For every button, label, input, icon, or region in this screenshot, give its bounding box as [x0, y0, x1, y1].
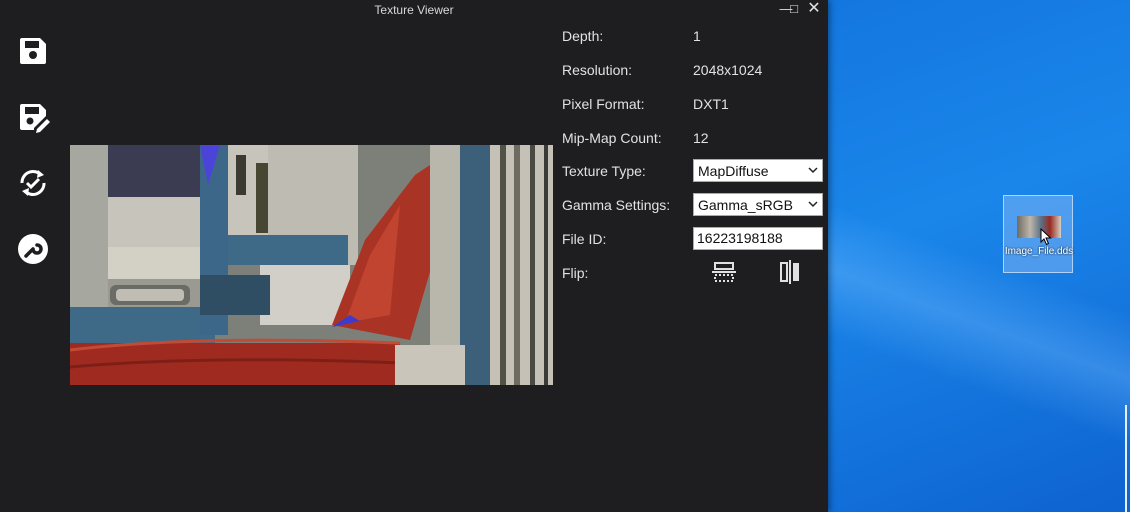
desktop-file-icon[interactable]: Image_File.dds [1003, 195, 1073, 273]
title-bar[interactable]: Texture Viewer — □ ✕ [0, 0, 828, 20]
flip-vertical-button[interactable] [711, 259, 737, 285]
wrench-icon [18, 234, 48, 264]
file-id-input[interactable]: 16223198188 [693, 227, 823, 250]
mipmap-count-label: Mip-Map Count: [562, 130, 662, 146]
desktop-file-label: Image_File.dds [1004, 246, 1074, 257]
flip-vertical-icon [712, 262, 736, 282]
texture-viewer-window: Texture Viewer — □ ✕ Depth: 1 Resolution… [0, 0, 828, 512]
chevron-down-icon [808, 167, 818, 174]
flip-label: Flip: [562, 265, 589, 281]
save-as-button[interactable] [16, 100, 50, 134]
resolution-value: 2048x1024 [693, 62, 763, 78]
gamma-select[interactable]: Gamma_sRGB [693, 193, 823, 216]
texture-type-label: Texture Type: [562, 163, 646, 179]
flip-horizontal-button[interactable] [777, 259, 803, 285]
save-icon [20, 38, 46, 64]
convert-button[interactable] [16, 166, 50, 200]
mipmap-count-value: 12 [693, 130, 709, 146]
pixel-format-label: Pixel Format: [562, 96, 645, 112]
gamma-selected: Gamma_sRGB [698, 197, 793, 213]
maximize-button[interactable]: □ [784, 0, 804, 20]
depth-value: 1 [693, 28, 701, 44]
texture-preview [70, 145, 553, 385]
file-id-label: File ID: [562, 231, 607, 247]
desktop-wallpaper-light [828, 180, 1130, 512]
chevron-down-icon [808, 201, 818, 208]
depth-label: Depth: [562, 28, 604, 44]
close-button[interactable]: ✕ [804, 0, 824, 20]
texture-type-select[interactable]: MapDiffuse [693, 159, 823, 182]
settings-button[interactable] [16, 232, 50, 266]
save-button[interactable] [16, 34, 50, 68]
window-title: Texture Viewer [374, 3, 454, 17]
texture-type-selected: MapDiffuse [698, 163, 769, 179]
pixel-format-value: DXT1 [693, 96, 729, 112]
file-thumbnail [1017, 216, 1061, 238]
texture-image [70, 145, 553, 385]
convert-icon [20, 170, 46, 196]
desktop-edge-bar [1125, 405, 1127, 512]
save-as-icon [20, 104, 50, 133]
resolution-label: Resolution: [562, 62, 633, 78]
gamma-label: Gamma Settings: [562, 197, 671, 213]
flip-horizontal-icon [780, 260, 799, 284]
mouse-cursor-icon [1040, 228, 1052, 246]
